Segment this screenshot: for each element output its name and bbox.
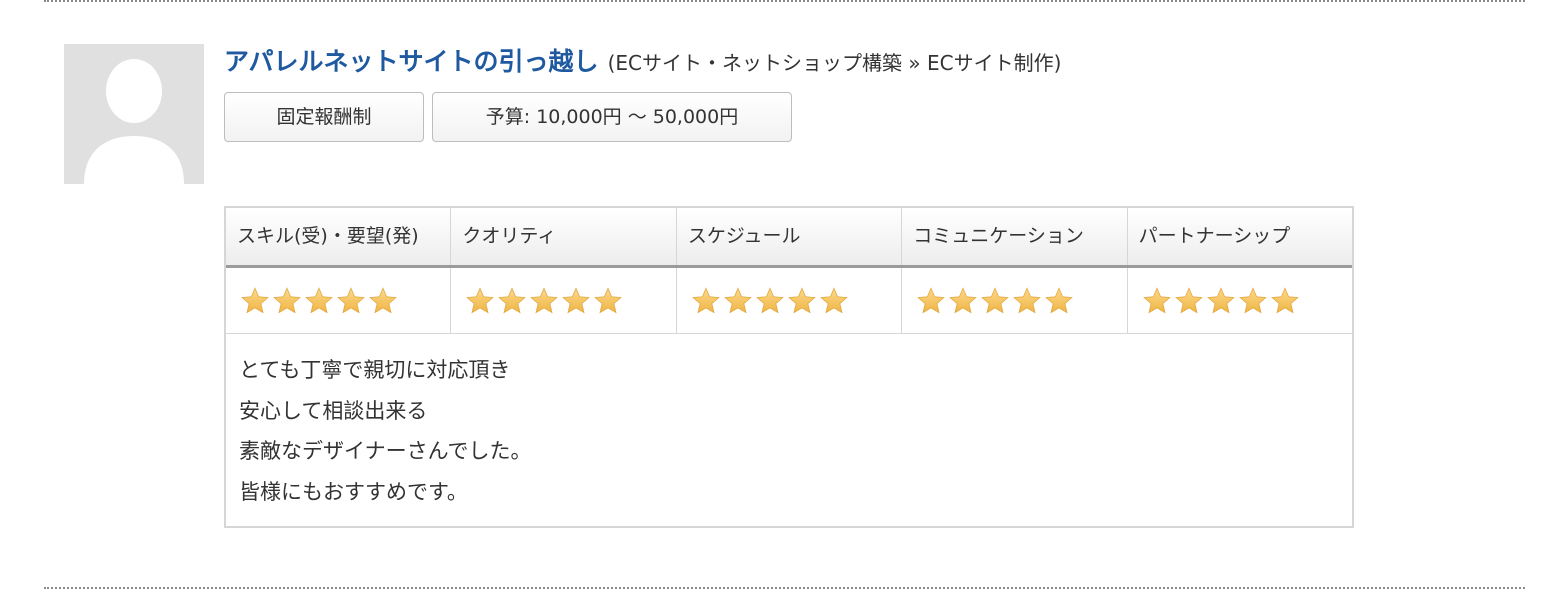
- project-title-link[interactable]: アパレルネットサイトの引っ越し: [224, 47, 599, 76]
- star-rating: [465, 286, 623, 316]
- star-icon: [981, 286, 1010, 313]
- rating-label-communication: コミュニケーション: [902, 208, 1128, 265]
- rating-quality: [451, 268, 677, 333]
- project-tags: 固定報酬制 予算: 10,000円 〜 50,000円: [224, 92, 792, 142]
- star-icon: [562, 286, 591, 313]
- star-icon: [949, 286, 978, 313]
- star-icon: [1238, 286, 1267, 313]
- comment-line: 皆様にもおすすめです。: [239, 479, 468, 504]
- star-icon: [305, 286, 333, 313]
- project-header: アパレルネットサイトの引っ越し (ECサイト・ネットショップ構築 » ECサイト…: [224, 42, 1061, 78]
- review-box: スキル(受)・要望(発) クオリティ スケジュール コミュニケーション パートナ…: [224, 206, 1354, 528]
- star-rating: [691, 286, 849, 316]
- rating-header-row: スキル(受)・要望(発) クオリティ スケジュール コミュニケーション パートナ…: [226, 208, 1352, 268]
- budget-tag: 予算: 10,000円 〜 50,000円: [432, 92, 792, 142]
- star-icon: [466, 286, 495, 313]
- star-icon: [1045, 286, 1074, 313]
- star-rating: [1142, 286, 1300, 316]
- star-icon: [1270, 286, 1299, 313]
- pay-type-tag: 固定報酬制: [224, 92, 424, 142]
- rating-label-quality: クオリティ: [451, 208, 677, 265]
- default-user-avatar-icon: [64, 44, 204, 184]
- project-category: (ECサイト・ネットショップ構築 » ECサイト制作): [607, 51, 1062, 75]
- star-icon: [337, 286, 365, 313]
- comment-line: 素敵なデザイナーさんでした。: [239, 439, 532, 463]
- star-icon: [820, 286, 848, 313]
- star-icon: [692, 286, 720, 313]
- star-icon: [756, 286, 784, 313]
- review-comment: とても丁寧で親切に対応頂き 安心して相談出来る 素敵なデザイナーさんでした。 皆…: [226, 334, 1352, 526]
- star-rating: [916, 286, 1074, 316]
- star-icon: [788, 286, 816, 313]
- star-icon: [917, 286, 946, 313]
- star-icon: [1013, 286, 1042, 313]
- star-icon: [369, 286, 397, 313]
- rating-schedule: [677, 268, 903, 333]
- star-icon: [1142, 286, 1171, 313]
- rating-communication: [902, 268, 1128, 333]
- star-rating: [240, 286, 398, 316]
- rating-label-partnership: パートナーシップ: [1138, 225, 1291, 247]
- user-avatar[interactable]: [64, 44, 204, 184]
- bottom-divider: [44, 587, 1525, 589]
- comment-line: 安心して相談出来る: [239, 398, 428, 423]
- rating-label-schedule: スケジュール: [677, 208, 903, 265]
- rating-skill: [226, 268, 452, 333]
- star-icon: [594, 286, 623, 313]
- star-icon: [1206, 286, 1235, 313]
- rating-label-skill: スキル(受)・要望(発): [226, 208, 452, 265]
- star-icon: [724, 286, 752, 313]
- star-icon: [241, 286, 269, 313]
- star-icon: [498, 286, 527, 313]
- rating-partnership: [1128, 268, 1352, 333]
- comment-line: とても丁寧で親切に対応頂き: [239, 358, 511, 382]
- rating-stars-row: [226, 268, 1352, 334]
- top-divider: [44, 0, 1525, 2]
- star-icon: [530, 286, 559, 313]
- star-icon: [273, 286, 301, 313]
- star-icon: [1174, 286, 1203, 313]
